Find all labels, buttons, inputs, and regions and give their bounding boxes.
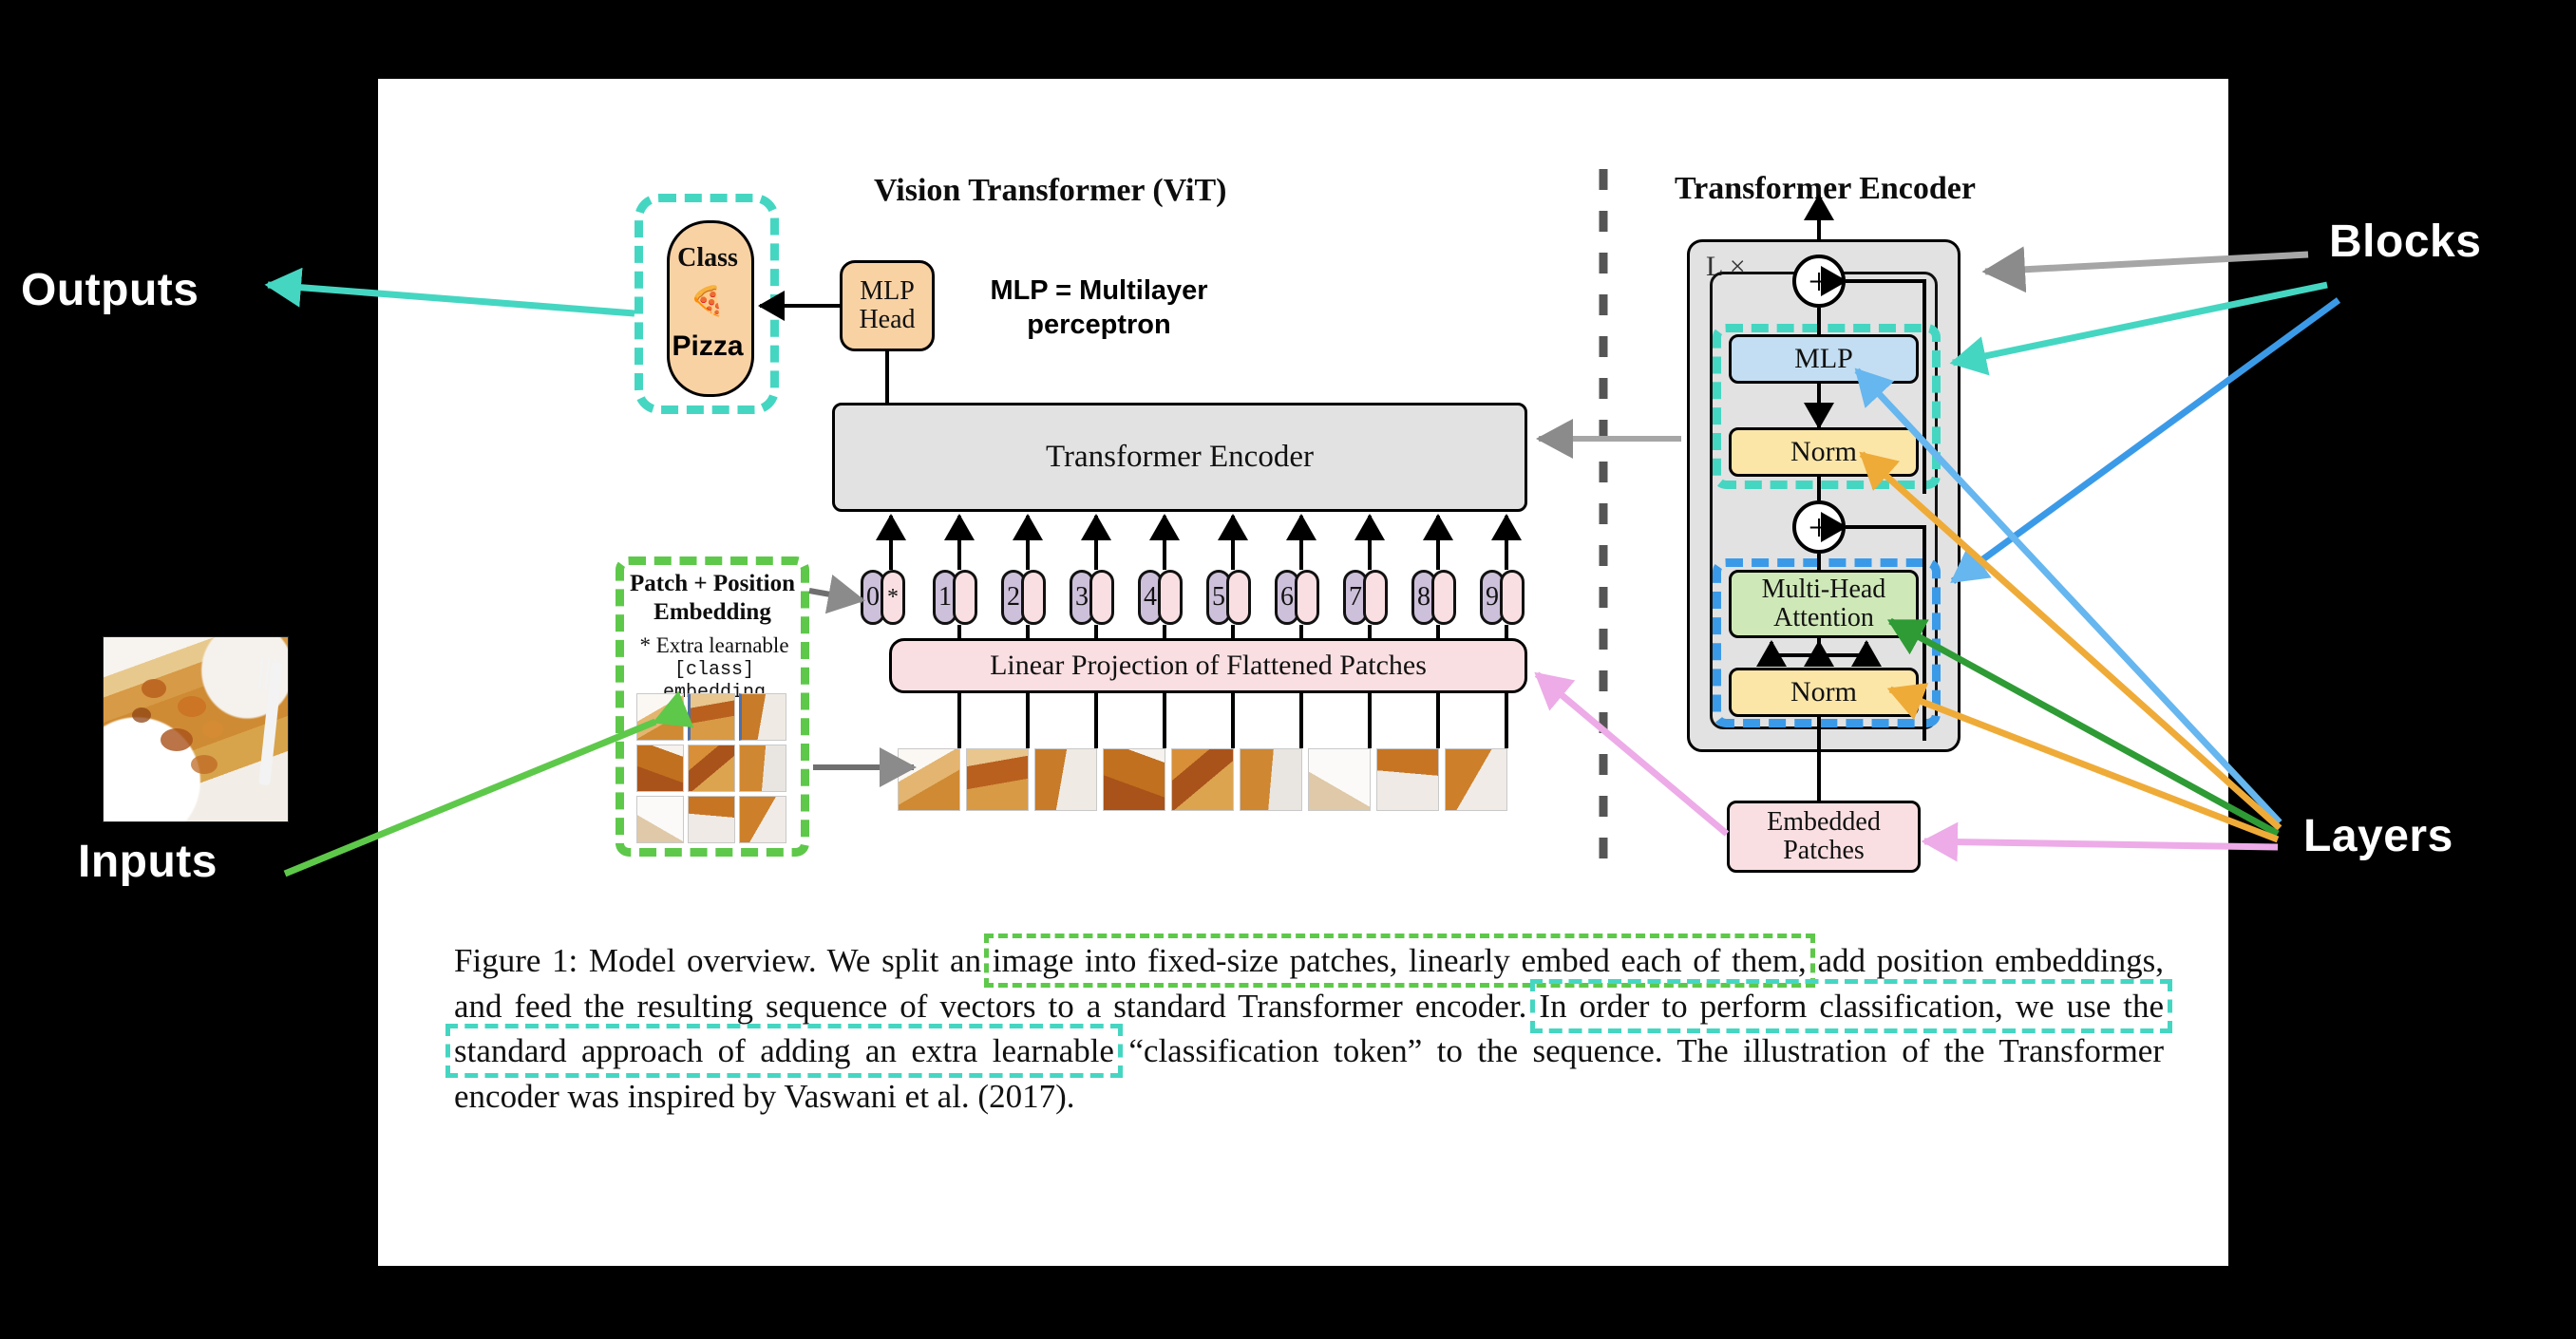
token-to-encoder-arrows [876, 514, 1522, 570]
embedded-to-projection-pink-arrow [1534, 671, 1730, 837]
outputs-callout-arrow [264, 267, 635, 317]
layers-callout-normbottom-arrow [1886, 683, 2280, 843]
blocks-callout-gray-arrow [1981, 246, 2309, 293]
patchpos-to-tokens-arrow [808, 574, 865, 614]
connector-layer [264, 169, 2341, 877]
layers-callout-embedded-arrow [1921, 821, 2279, 862]
layers-callout-mlp-arrow [1854, 368, 2282, 825]
encoder-internal-wiring [1756, 194, 1926, 801]
inputs-callout-arrow [283, 690, 694, 877]
projection-to-patch-stems [957, 693, 1508, 748]
token-to-projection-stems [957, 625, 1508, 638]
